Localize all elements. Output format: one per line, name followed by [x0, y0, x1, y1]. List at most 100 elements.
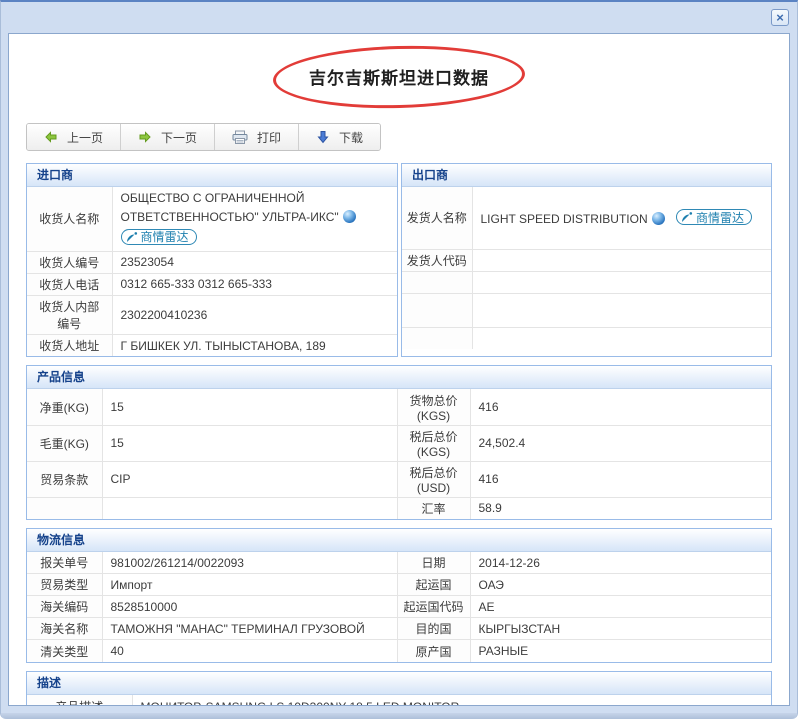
field-label: 原产国	[397, 640, 470, 662]
prev-page-button[interactable]: 上一页	[27, 124, 120, 150]
logistics-info-table: 报关单号 981002/261214/0022093 日期 2014-12-26…	[27, 552, 771, 662]
field-value: 2302200410236	[112, 295, 397, 334]
field-label: 报关单号	[27, 552, 102, 574]
dialog-window: × 吉尔吉斯斯坦进口数据 上一页 下一页	[0, 0, 798, 719]
print-label: 打印	[257, 129, 281, 146]
logistics-info-panel: 物流信息 报关单号 981002/261214/0022093 日期 2014-…	[26, 528, 772, 663]
field-value: Г БИШКЕК УЛ. ТЫНЫСТАНОВА, 189	[112, 334, 397, 356]
prev-page-label: 上一页	[67, 129, 103, 146]
importer-panel: 进口商 收货人名称 ОБЩЕСТВО С ОГРАНИЧЕННОЙ ОТВЕТС…	[26, 163, 398, 357]
radar-badge-label: 商情雷达	[141, 228, 189, 247]
globe-icon[interactable]	[652, 212, 665, 225]
field-value: 23523054	[112, 251, 397, 273]
field-label: 净重(KG)	[27, 389, 102, 425]
field-label: 税后总价 (KGS)	[397, 425, 470, 461]
field-value: ТАМОЖНЯ "МАНАС" ТЕРМИНАЛ ГРУЗОВОЙ	[102, 618, 397, 640]
field-label: 收货人名称	[27, 187, 112, 251]
empty-cell	[402, 327, 472, 349]
field-value: 15	[102, 425, 397, 461]
printer-icon	[232, 130, 248, 145]
field-value: ОБЩЕСТВО С ОГРАНИЧЕННОЙ ОТВЕТСТВЕННОСТЬЮ…	[112, 187, 397, 251]
importer-header: 进口商	[27, 164, 397, 187]
arrow-left-icon	[44, 130, 58, 144]
field-label: 货物总价 (KGS)	[397, 389, 470, 425]
field-label: 清关类型	[27, 640, 102, 662]
next-page-button[interactable]: 下一页	[120, 124, 214, 150]
window-titlebar: ×	[1, 2, 797, 33]
field-value: 15	[102, 389, 397, 425]
description-panel: 描述 产品描述 МОНИТОР, SAMSUNG LS 19D300NY 18.…	[26, 671, 772, 706]
radar-badge-label: 商情雷达	[696, 209, 744, 226]
field-value: 981002/261214/0022093	[102, 552, 397, 574]
next-page-label: 下一页	[161, 129, 197, 146]
arrow-right-icon	[138, 130, 152, 144]
field-label: 发货人名称	[402, 187, 472, 249]
field-value: 0312 665-333 0312 665-333	[112, 273, 397, 295]
field-value: 416	[470, 389, 771, 425]
exporter-table: 发货人名称 LIGHT SPEED DISTRIBUTION 商情雷达	[402, 187, 771, 349]
dialog-content: 吉尔吉斯斯坦进口数据 上一页 下一页	[8, 33, 790, 706]
importer-exporter-section: 进口商 收货人名称 ОБЩЕСТВО С ОГРАНИЧЕННОЙ ОТВЕТС…	[26, 163, 772, 357]
field-value: AE	[470, 596, 771, 618]
field-label: 贸易类型	[27, 574, 102, 596]
close-button[interactable]: ×	[771, 9, 789, 26]
field-value	[472, 249, 771, 271]
description-header: 描述	[27, 672, 771, 695]
field-value: 416	[470, 461, 771, 497]
logistics-info-header: 物流信息	[27, 529, 771, 552]
description-table: 产品描述 МОНИТОР, SAMSUNG LS 19D300NY 18.5 L…	[27, 695, 771, 706]
field-label: 税后总价 (USD)	[397, 461, 470, 497]
radar-badge[interactable]: 商情雷达	[121, 229, 197, 245]
field-label: 海关编码	[27, 596, 102, 618]
radar-dish-icon	[681, 211, 693, 223]
field-label: 毛重(KG)	[27, 425, 102, 461]
field-value: 58.9	[470, 497, 771, 519]
field-value: ОАЭ	[470, 574, 771, 596]
field-label: 海关名称	[27, 618, 102, 640]
field-value: 2014-12-26	[470, 552, 771, 574]
radar-dish-icon	[126, 231, 138, 243]
importer-table: 收货人名称 ОБЩЕСТВО С ОГРАНИЧЕННОЙ ОТВЕТСТВЕН…	[27, 187, 397, 356]
field-value	[102, 497, 397, 519]
print-button[interactable]: 打印	[214, 124, 298, 150]
field-value: Импорт	[102, 574, 397, 596]
close-icon: ×	[776, 11, 784, 24]
field-value: РАЗНЫЕ	[470, 640, 771, 662]
globe-icon[interactable]	[343, 210, 356, 223]
field-label	[27, 497, 102, 519]
field-value: LIGHT SPEED DISTRIBUTION 商情雷达	[472, 187, 771, 249]
download-button[interactable]: 下载	[298, 124, 380, 150]
toolbar: 上一页 下一页 打印	[26, 123, 381, 151]
radar-badge[interactable]: 商情雷达	[676, 209, 752, 225]
product-info-header: 产品信息	[27, 366, 771, 389]
field-value: МОНИТОР, SAMSUNG LS 19D300NY 18.5 LED MO…	[132, 695, 771, 706]
shipper-name: LIGHT SPEED DISTRIBUTION	[481, 212, 648, 226]
empty-cell	[402, 271, 472, 293]
empty-cell	[472, 293, 771, 327]
field-label: 汇率	[397, 497, 470, 519]
field-label: 起运国	[397, 574, 470, 596]
field-label: 产品描述	[27, 695, 132, 706]
field-label: 发货人代码	[402, 249, 472, 271]
consignee-name: ОБЩЕСТВО С ОГРАНИЧЕННОЙ ОТВЕТСТВЕННОСТЬЮ…	[121, 191, 339, 224]
empty-cell	[472, 271, 771, 293]
field-label: 收货人编号	[27, 251, 112, 273]
field-value: 40	[102, 640, 397, 662]
product-info-table: 净重(KG) 15 货物总价 (KGS) 416 毛重(KG) 15 税后总价 …	[27, 389, 771, 519]
field-value: КЫРГЫЗСТАН	[470, 618, 771, 640]
field-label: 收货人电话	[27, 273, 112, 295]
exporter-panel: 出口商 发货人名称 LIGHT SPEED DISTRIBUTION	[401, 163, 772, 357]
field-label: 收货人地址	[27, 334, 112, 356]
page-title: 吉尔吉斯斯坦进口数据	[9, 34, 789, 89]
field-label: 贸易条款	[27, 461, 102, 497]
field-label: 收货人内部编号	[27, 295, 112, 334]
field-label: 起运国代码	[397, 596, 470, 618]
product-info-panel: 产品信息 净重(KG) 15 货物总价 (KGS) 416 毛重(KG) 15 …	[26, 365, 772, 520]
field-value: 8528510000	[102, 596, 397, 618]
field-value: CIP	[102, 461, 397, 497]
download-label: 下载	[339, 129, 363, 146]
empty-cell	[472, 327, 771, 349]
field-value: 24,502.4	[470, 425, 771, 461]
empty-cell	[402, 293, 472, 327]
field-label: 目的国	[397, 618, 470, 640]
